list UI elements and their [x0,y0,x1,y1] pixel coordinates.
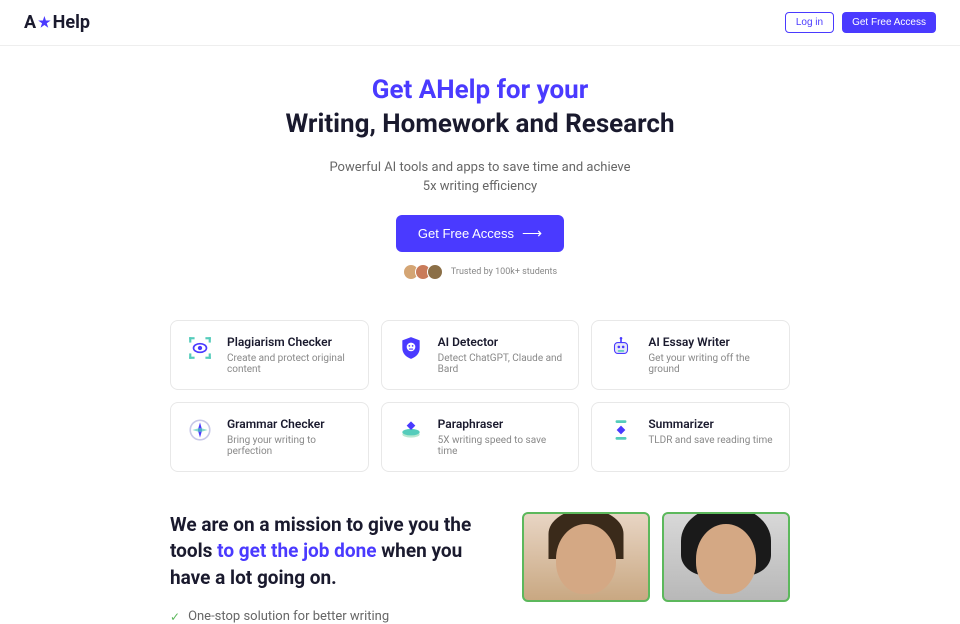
check-icon: ✓ [170,610,180,624]
hero-subtitle: Powerful AI tools and apps to save time … [20,158,940,197]
refresh-cube-icon [398,417,424,443]
eye-scan-icon [187,335,213,361]
login-button[interactable]: Log in [785,12,834,33]
robot-icon [608,335,634,361]
header: A ★ Help Log in Get Free Access [0,0,960,46]
tool-title: Paraphraser [438,417,563,431]
tool-essay-writer[interactable]: AI Essay Writer Get your writing off the … [591,320,790,390]
tool-desc: Bring your writing to perfection [227,435,352,457]
testimonial-image [522,512,650,602]
tool-title: AI Essay Writer [648,335,773,349]
tool-desc: 5X writing speed to save time [438,435,563,457]
tool-desc: Detect ChatGPT, Claude and Bard [438,353,563,375]
hero-title-line2: Writing, Homework and Research [285,109,674,139]
logo-prefix: A [24,12,36,33]
hourglass-icon [608,417,634,443]
logo[interactable]: A ★ Help [24,12,90,33]
compass-icon [187,417,213,443]
get-access-button[interactable]: Get Free Access [842,12,936,33]
tool-desc: TLDR and save reading time [648,435,772,446]
avatar [427,264,443,280]
tool-plagiarism[interactable]: Plagiarism Checker Create and protect ori… [170,320,369,390]
arrow-right-icon: ⟶ [522,225,542,242]
hero-title-line1: Get AHelp for your [372,75,588,105]
tool-paraphraser[interactable]: Paraphraser 5X writing speed to save time [381,402,580,472]
tool-ai-detector[interactable]: AI Detector Detect ChatGPT, Claude and Ba… [381,320,580,390]
logo-suffix: Help [53,12,90,33]
tool-desc: Get your writing off the ground [648,353,773,375]
tool-grammar[interactable]: Grammar Checker Bring your writing to per… [170,402,369,472]
trust-avatars [403,264,443,280]
mission-images [522,512,790,602]
tool-title: Plagiarism Checker [227,335,352,349]
testimonial-image [662,512,790,602]
mission-heading: We are on a mission to give you the tool… [170,512,482,592]
star-icon: ★ [38,15,51,31]
hero-title: Get AHelp for your Writing, Homework and… [20,74,940,142]
mission-text: We are on a mission to give you the tool… [170,512,482,624]
mission-item: ✓ One-stop solution for better writing [170,609,482,624]
header-actions: Log in Get Free Access [785,12,936,33]
tool-summarizer[interactable]: Summarizer TLDR and save reading time [591,402,790,472]
trust-row: Trusted by 100k+ students [20,264,940,280]
tool-desc: Create and protect original content [227,353,352,375]
tool-title: Summarizer [648,417,772,431]
trust-text: Trusted by 100k+ students [451,267,557,277]
tool-title: AI Detector [438,335,563,349]
mission-list: ✓ One-stop solution for better writing [170,609,482,624]
hero-cta-button[interactable]: Get Free Access ⟶ [396,215,564,252]
hero: Get AHelp for your Writing, Homework and… [0,46,960,300]
tools-grid: Plagiarism Checker Create and protect ori… [0,300,960,488]
tool-title: Grammar Checker [227,417,352,431]
shield-robot-icon [398,335,424,361]
mission-section: We are on a mission to give you the tool… [0,488,960,624]
